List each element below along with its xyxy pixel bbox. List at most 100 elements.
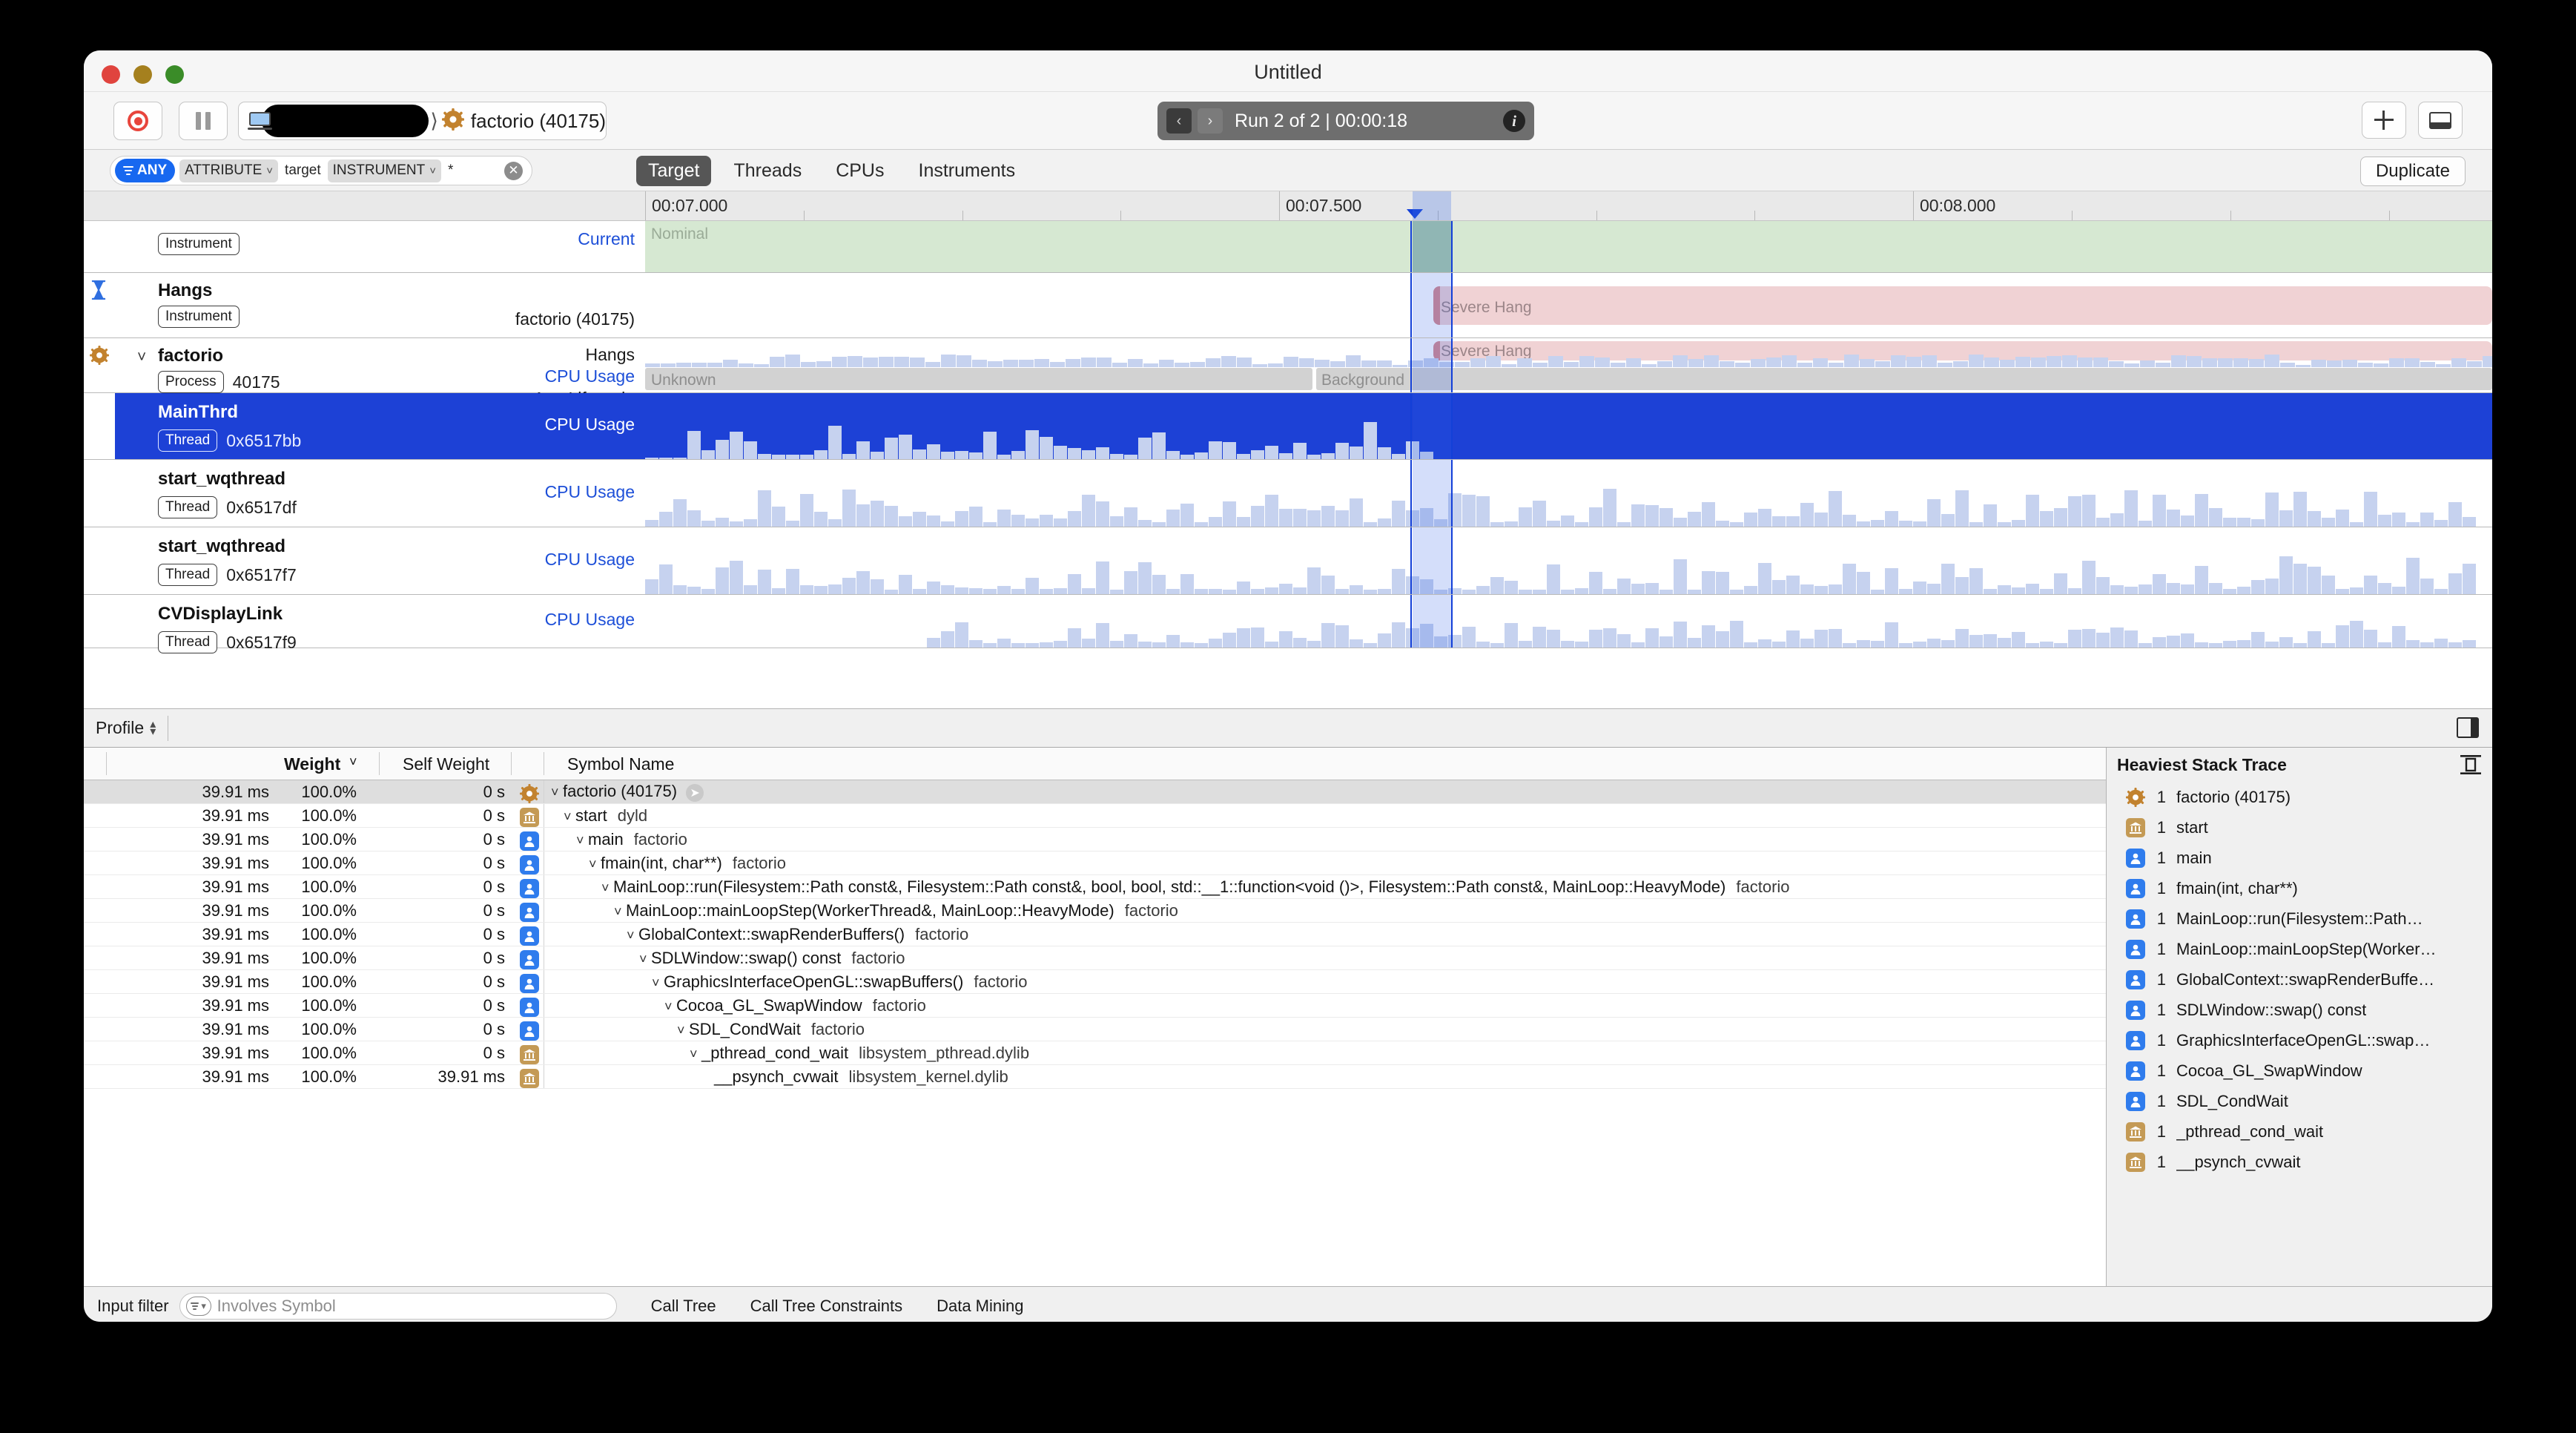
time-selection-band[interactable] — [1413, 221, 1451, 272]
selection-edge-line[interactable] — [1451, 221, 1453, 272]
heaviest-stack-row[interactable]: 1factorio (40175) — [2107, 782, 2492, 812]
instrument-filter-field[interactable]: ANY ATTRIBUTE ˅ target INSTRUMENT ˅ * ✕ — [110, 156, 532, 185]
previous-run-button[interactable]: ‹ — [1166, 108, 1192, 134]
timeline-track-factorio[interactable]: ˅factorioProcess40175HangsCPU UsageApp L… — [84, 338, 2492, 393]
disclosure-triangle-icon[interactable]: ˅ — [627, 928, 638, 943]
call-tree-row[interactable]: 39.91 ms100.0%0 s˅SDLWindow::swap() cons… — [84, 946, 2106, 970]
heaviest-stack-row[interactable]: 1SDL_CondWait — [2107, 1086, 2492, 1116]
focus-stack-icon[interactable] — [2460, 754, 2482, 775]
attribute-dropdown[interactable]: ATTRIBUTE ˅ — [179, 159, 278, 182]
time-selection-band[interactable] — [1413, 460, 1451, 527]
timeline-track-mainthrd[interactable]: MainThrdThread0x6517bbCPU Usage — [84, 393, 2492, 460]
duplicate-button[interactable]: Duplicate — [2360, 157, 2466, 186]
filter-icon[interactable]: ▾ — [186, 1297, 211, 1316]
call-tree-row[interactable]: 39.91 ms100.0%0 s˅startdyld — [84, 804, 2106, 828]
input-filter-field[interactable]: ▾ Involves Symbol — [179, 1293, 617, 1320]
attribute-value[interactable]: target — [283, 159, 323, 182]
track-lane-label[interactable]: Hangs — [533, 344, 635, 366]
heaviest-stack-row[interactable]: 1__psynch_cvwait — [2107, 1147, 2492, 1177]
call-tree-row[interactable]: 39.91 ms100.0%0 s˅mainfactorio — [84, 828, 2106, 851]
column-header-symbol-name[interactable]: Symbol Name — [567, 754, 674, 774]
selection-edge-line[interactable] — [1451, 527, 1453, 594]
footer-button-call-tree[interactable]: Call Tree — [651, 1297, 716, 1315]
footer-button-call-tree-constraints[interactable]: Call Tree Constraints — [750, 1297, 902, 1315]
selection-edge-line[interactable] — [1410, 595, 1412, 648]
clear-filter-icon[interactable]: ✕ — [504, 162, 523, 180]
instrument-dropdown[interactable]: INSTRUMENT ˅ — [328, 159, 441, 182]
track-lane[interactable] — [645, 595, 2492, 648]
tab-threads[interactable]: Threads — [721, 156, 813, 186]
next-run-button[interactable]: › — [1198, 108, 1223, 134]
heaviest-stack-row[interactable]: 1start — [2107, 812, 2492, 843]
call-tree-row[interactable]: 39.91 ms100.0%0 s˅GlobalContext::swapRen… — [84, 923, 2106, 946]
time-selection-band[interactable] — [1413, 273, 1451, 337]
selection-edge-line[interactable] — [1410, 393, 1412, 459]
toggle-extended-detail-button[interactable] — [2457, 717, 2479, 738]
time-selection-band[interactable] — [1413, 527, 1451, 594]
heaviest-stack-row[interactable]: 1Cocoa_GL_SwapWindow — [2107, 1055, 2492, 1086]
tab-target[interactable]: Target — [636, 156, 711, 186]
disclosure-triangle-icon[interactable]: ˅ — [576, 833, 588, 849]
tab-cpus[interactable]: CPUs — [824, 156, 896, 186]
disclosure-triangle-icon[interactable]: ˅ — [690, 1047, 701, 1062]
footer-button-data-mining[interactable]: Data Mining — [937, 1297, 1023, 1315]
toggle-detail-pane-button[interactable] — [2418, 102, 2463, 139]
track-lane[interactable]: Nominal — [645, 221, 2492, 272]
track-lane[interactable]: Severe Hang — [645, 273, 2492, 337]
selection-edge-line[interactable] — [1451, 460, 1453, 527]
disclosure-triangle-icon[interactable]: ˅ — [137, 349, 146, 366]
disclosure-triangle-icon[interactable]: ˅ — [652, 975, 664, 991]
track-lane-label[interactable]: Current — [578, 228, 635, 250]
pause-button[interactable] — [179, 102, 228, 140]
add-instrument-button[interactable] — [2362, 102, 2406, 139]
track-lane[interactable] — [645, 393, 2492, 459]
track-lane-label[interactable]: factorio (40175) — [515, 309, 635, 330]
selection-edge-line[interactable] — [1451, 338, 1453, 392]
call-tree-row[interactable]: 39.91 ms100.0%0 s˅Cocoa_GL_SwapWindowfac… — [84, 994, 2106, 1018]
timeline-track-hangs[interactable]: HangsInstrumentfactorio (40175)Severe Ha… — [84, 273, 2492, 338]
timeline-track-start-wqthread[interactable]: start_wqthreadThread0x6517f7CPU Usage — [84, 527, 2492, 595]
call-tree-row[interactable]: 39.91 ms100.0%0 s˅_pthread_cond_waitlibs… — [84, 1041, 2106, 1065]
tab-instruments[interactable]: Instruments — [907, 156, 1028, 186]
record-button[interactable] — [113, 102, 162, 140]
selection-edge-line[interactable] — [1451, 273, 1453, 337]
focus-subtree-icon[interactable]: ➤ — [686, 784, 704, 802]
filter-any-pill[interactable]: ANY — [115, 159, 175, 182]
time-selection-band[interactable] — [1413, 595, 1451, 648]
track-lane-label[interactable]: CPU Usage — [545, 414, 635, 435]
heaviest-stack-row[interactable]: 1main — [2107, 843, 2492, 873]
time-selection-band[interactable] — [1413, 393, 1451, 459]
selection-edge-line[interactable] — [1410, 527, 1412, 594]
call-tree-row[interactable]: 39.91 ms100.0%39.91 ms__psynch_cvwaitlib… — [84, 1065, 2106, 1089]
track-lane-label[interactable]: CPU Usage — [545, 481, 635, 503]
call-tree-row[interactable]: 39.91 ms100.0%0 s˅GraphicsInterfaceOpenG… — [84, 970, 2106, 994]
run-navigator[interactable]: ‹ › Run 2 of 2 | 00:00:18 i — [1157, 102, 1534, 140]
profile-mode-select[interactable]: Profile ▴▾ — [84, 718, 168, 738]
disclosure-triangle-icon[interactable]: ˅ — [614, 904, 626, 920]
app-lifecycle-segment[interactable] — [645, 368, 1312, 390]
track-lane[interactable]: Severe HangUnknownBackground — [645, 338, 2492, 392]
timeline-track-instrument-0[interactable]: InstrumentCurrentNominal — [84, 221, 2492, 273]
heaviest-stack-row[interactable]: 1fmain(int, char**) — [2107, 873, 2492, 903]
time-selection-band[interactable] — [1413, 338, 1451, 392]
disclosure-triangle-icon[interactable]: ˅ — [589, 857, 601, 872]
timeline-track-start-wqthread[interactable]: start_wqthreadThread0x6517dfCPU Usage — [84, 460, 2492, 527]
track-lane-label[interactable]: CPU Usage — [545, 549, 635, 570]
disclosure-triangle-icon[interactable]: ˅ — [601, 880, 613, 896]
heaviest-stack-row[interactable]: 1MainLoop::run(Filesystem::Path… — [2107, 903, 2492, 934]
selection-edge-line[interactable] — [1410, 273, 1412, 337]
timeline-ruler[interactable]: 00:07.00000:07.50000:08.000 — [84, 191, 2492, 221]
column-header-self-weight[interactable]: Self Weight — [403, 754, 489, 774]
selection-edge-line[interactable] — [1410, 338, 1412, 392]
column-header-weight[interactable]: Weight — [284, 754, 340, 774]
disclosure-triangle-icon[interactable]: ˅ — [639, 952, 651, 967]
heaviest-stack-row[interactable]: 1GraphicsInterfaceOpenGL::swap… — [2107, 1025, 2492, 1055]
disclosure-triangle-icon[interactable]: ˅ — [677, 1023, 689, 1038]
disclosure-triangle-icon[interactable]: ˅ — [564, 809, 575, 825]
call-tree-row[interactable]: 39.91 ms100.0%0 s˅MainLoop::mainLoopStep… — [84, 899, 2106, 923]
selection-edge-line[interactable] — [1451, 595, 1453, 648]
track-lane-label[interactable]: CPU Usage — [533, 366, 635, 387]
instrument-value[interactable]: * — [446, 159, 455, 182]
disclosure-triangle-icon[interactable]: ˅ — [664, 999, 676, 1015]
timeline-track-cvdisplaylink[interactable]: CVDisplayLinkThread0x6517f9CPU Usage — [84, 595, 2492, 648]
